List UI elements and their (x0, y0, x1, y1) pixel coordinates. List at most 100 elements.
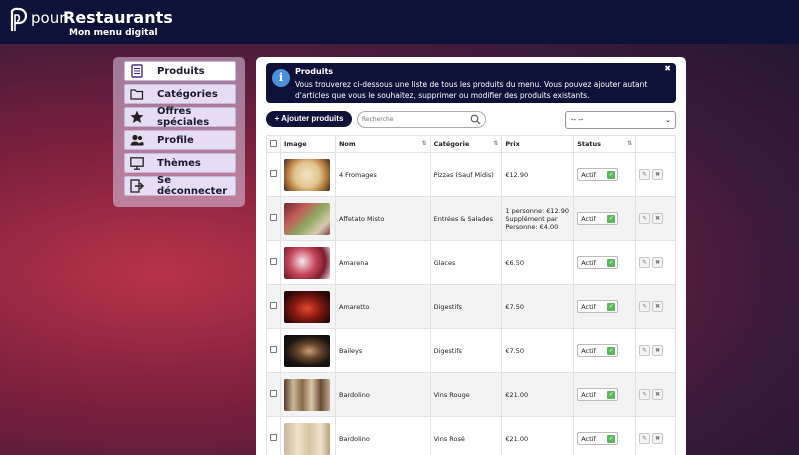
delete-icon[interactable]: ✖ (652, 433, 664, 444)
checkmark-icon: ✓ (607, 214, 616, 223)
status-toggle[interactable]: Actif ✓ (577, 168, 619, 181)
table-row: Amarena Glaces €6.50 Actif ✓ ✎ ✖ (266, 240, 676, 285)
row-checkbox[interactable] (270, 170, 277, 177)
product-category: Glaces (429, 240, 503, 285)
edit-icon[interactable]: ✎ (639, 433, 651, 444)
sidebar-item-logout[interactable]: Se déconnecter (124, 175, 236, 197)
row-checkbox[interactable] (270, 302, 277, 309)
status-toggle[interactable]: Actif ✓ (577, 344, 619, 357)
chevron-down-icon: ⌄ (665, 116, 671, 124)
sidebar-item-themes[interactable]: Thèmes (124, 153, 236, 173)
top-header: pour Restaurants Mon menu digital (0, 0, 799, 44)
delete-icon[interactable]: ✖ (652, 169, 664, 180)
product-name: Affetato Misto (334, 196, 431, 241)
edit-icon[interactable]: ✎ (639, 169, 651, 180)
product-category: Entrées & Salades (429, 196, 503, 241)
product-price: €21.00 (501, 416, 575, 455)
product-price: €12.90 (501, 152, 575, 197)
select-all-checkbox[interactable] (270, 139, 277, 147)
monitor-icon (130, 156, 144, 170)
edit-icon[interactable]: ✎ (639, 257, 651, 268)
filter-select-value: -- -- (571, 116, 584, 124)
search-input[interactable] (362, 114, 467, 125)
delete-icon[interactable]: ✖ (652, 213, 664, 224)
product-name: Baileys (334, 328, 431, 373)
status-label: Actif (581, 258, 596, 267)
sidebar-item-label: Se déconnecter (157, 175, 228, 197)
star-icon (130, 110, 144, 124)
sidebar-item-produits[interactable]: Produits (124, 61, 236, 81)
product-image (284, 158, 330, 191)
product-image (284, 422, 330, 455)
column-header-status[interactable]: Status ⇅ (573, 135, 637, 153)
table-row: Amaretto Digestifs €7.50 Actif ✓ ✎ ✖ (266, 284, 676, 329)
row-checkbox[interactable] (270, 346, 277, 353)
edit-icon[interactable]: ✎ (639, 213, 651, 224)
info-title: Produits (295, 67, 334, 76)
info-icon: i (272, 69, 290, 87)
add-product-button[interactable]: + Ajouter produits (266, 111, 352, 127)
delete-icon[interactable]: ✖ (652, 301, 664, 312)
sort-icon[interactable]: ⇅ (627, 140, 632, 147)
status-toggle[interactable]: Actif ✓ (577, 388, 619, 401)
product-category: Pizzas (Sauf Midis) (429, 152, 503, 197)
delete-icon[interactable]: ✖ (652, 389, 664, 400)
delete-icon[interactable]: ✖ (652, 257, 664, 268)
table-row: Affetato Misto Entrées & Salades 1 perso… (266, 196, 676, 241)
product-name: 4 Fromages (334, 152, 431, 197)
checkmark-icon: ✓ (607, 346, 616, 355)
sidebar-item-label: Produits (157, 65, 205, 77)
products-table: Image Nom ⇅ Catégorie ⇅ Prix Status ⇅ 4 Fro… (266, 135, 676, 455)
product-price: €6.50 (501, 240, 575, 285)
product-image (284, 334, 330, 367)
sidebar-item-offres[interactable]: Offres spéciales (124, 106, 236, 128)
table-header-row: Image Nom ⇅ Catégorie ⇅ Prix Status ⇅ (266, 135, 676, 153)
row-checkbox[interactable] (270, 390, 277, 397)
product-name: Amaretto (334, 284, 431, 329)
sidebar-item-label: Catégories (157, 88, 218, 100)
status-toggle[interactable]: Actif ✓ (577, 256, 619, 269)
row-checkbox[interactable] (270, 214, 277, 221)
status-label: Actif (581, 434, 596, 443)
search-box (357, 111, 486, 128)
product-price: €21.00 (501, 372, 575, 417)
edit-icon[interactable]: ✎ (639, 345, 651, 356)
column-header-name[interactable]: Nom ⇅ (334, 135, 431, 153)
folder-icon (130, 87, 144, 101)
status-toggle[interactable]: Actif ✓ (577, 300, 619, 313)
product-image (284, 378, 330, 411)
sidebar-item-label: Thèmes (157, 157, 201, 169)
column-header-image: Image (280, 135, 336, 153)
filter-select[interactable]: -- -- ⌄ (565, 111, 676, 129)
product-name: Bardolino (334, 416, 431, 455)
sidebar-item-categories[interactable]: Catégories (124, 84, 236, 104)
row-checkbox[interactable] (270, 434, 277, 441)
table-row: Bardolino Vins Rosé €21.00 Actif ✓ ✎ ✖ (266, 416, 676, 455)
checkmark-icon: ✓ (607, 434, 616, 443)
column-header-category-label: Catégorie (433, 140, 470, 148)
status-label: Actif (581, 346, 596, 355)
sidebar-item-profile[interactable]: Profile (124, 130, 236, 150)
checkmark-icon: ✓ (607, 390, 616, 399)
status-label: Actif (581, 302, 596, 311)
sort-icon[interactable]: ⇅ (493, 140, 498, 147)
row-checkbox[interactable] (270, 258, 277, 265)
status-toggle[interactable]: Actif ✓ (577, 212, 619, 225)
status-toggle[interactable]: Actif ✓ (577, 432, 619, 445)
checkmark-icon: ✓ (607, 258, 616, 267)
products-panel: i Produits Vous trouverez ci-dessous une… (256, 57, 686, 455)
delete-icon[interactable]: ✖ (652, 345, 664, 356)
brand-name: Restaurants (63, 8, 173, 27)
column-header-status-label: Status (577, 140, 601, 148)
edit-icon[interactable]: ✎ (639, 389, 651, 400)
column-header-category[interactable]: Catégorie ⇅ (429, 135, 503, 153)
checkmark-icon: ✓ (607, 170, 616, 179)
search-icon[interactable] (470, 114, 481, 125)
close-icon[interactable]: ✖ (664, 64, 671, 73)
product-image (284, 246, 330, 279)
edit-icon[interactable]: ✎ (639, 301, 651, 312)
logo-icon (10, 7, 27, 31)
product-image (284, 202, 330, 235)
sidebar-menu: Produits Catégories Offres spéciales Pro… (113, 57, 245, 207)
sort-icon[interactable]: ⇅ (422, 140, 427, 147)
